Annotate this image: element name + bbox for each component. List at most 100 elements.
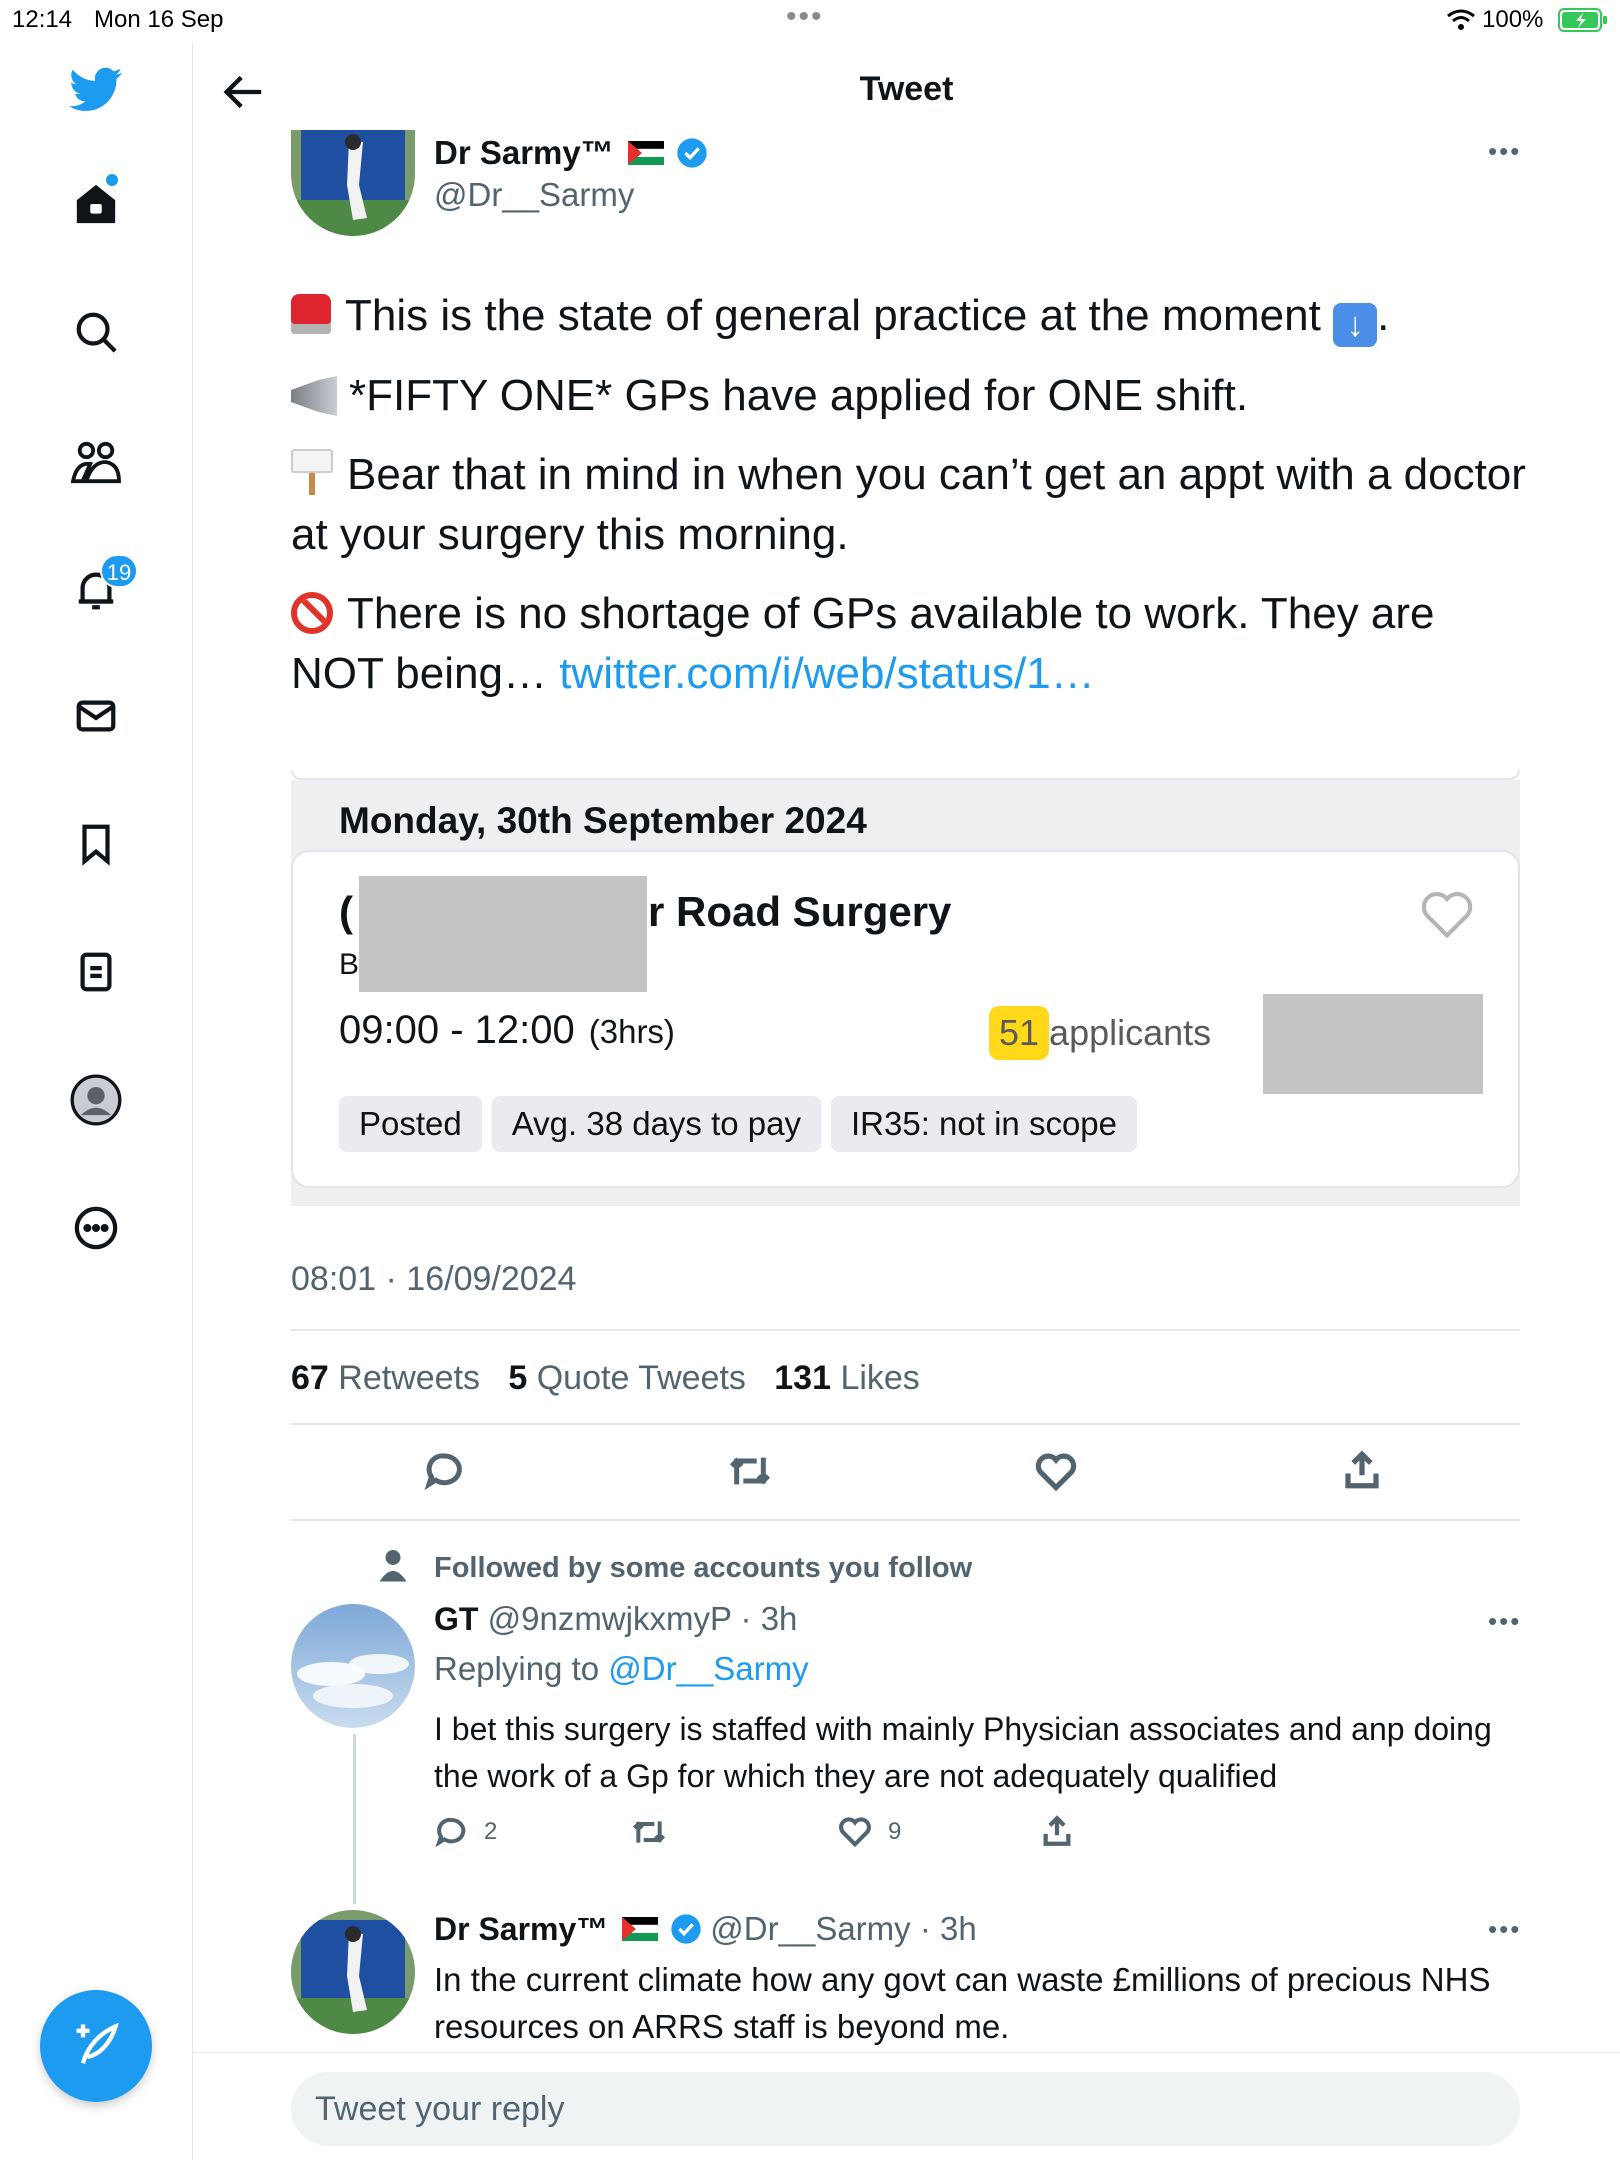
tweet-paragraph-2: *FIFTY ONE* GPs have applied for ONE shi… xyxy=(349,371,1249,420)
reply2-avatar[interactable] xyxy=(291,1910,415,2034)
tweet-paragraph-3: Bear that in mind in when you can’t get … xyxy=(291,450,1526,559)
more-options-circle-icon[interactable] xyxy=(56,1188,136,1268)
applicants-number: 51 xyxy=(989,1006,1050,1060)
reply1-share-icon[interactable] xyxy=(1040,1814,1074,1848)
retweet-icon[interactable] xyxy=(727,1451,773,1491)
reply2-more-icon[interactable]: ••• xyxy=(1488,1914,1521,1945)
author-handle[interactable]: @Dr__Sarmy xyxy=(434,176,634,214)
retweets-label: Retweets xyxy=(338,1359,481,1397)
bookmarks-icon[interactable] xyxy=(56,804,136,884)
reply2-handle-time: @Dr__Sarmy · 3h xyxy=(710,1910,977,1947)
home-dot-indicator xyxy=(106,174,118,186)
reply1-text: I bet this surgery is staffed with mainl… xyxy=(434,1711,1492,1794)
card-title-prefix: ( xyxy=(339,888,353,935)
status-time: 12:14 xyxy=(12,6,73,33)
reply2-name: Dr Sarmy™ xyxy=(434,1910,609,1947)
compose-feather-icon xyxy=(76,2022,119,2064)
quote-tweets-count: 5 xyxy=(508,1359,528,1397)
verified-badge-icon xyxy=(677,138,707,168)
replying-to-prefix: Replying to xyxy=(434,1650,609,1687)
quote-tweets-stat[interactable]: 5 Quote Tweets xyxy=(508,1359,746,1397)
wifi-icon xyxy=(1447,9,1475,30)
like-heart-icon[interactable] xyxy=(1035,1453,1077,1491)
author-name-row[interactable]: Dr Sarmy™ xyxy=(434,134,708,172)
page-title: Tweet xyxy=(859,70,954,108)
replying-to-handle[interactable]: @Dr__Sarmy xyxy=(608,1650,808,1687)
battery-percent: 100% xyxy=(1482,6,1544,33)
compose-tweet-button[interactable] xyxy=(40,1990,152,2102)
card-subtitle: B xyxy=(339,948,360,981)
tweet-action-bar xyxy=(291,1425,1520,1519)
down-arrow-emoji-icon: ↓ xyxy=(1333,303,1378,347)
tweet-paragraph-1: This is the state of general practice at… xyxy=(345,291,1321,340)
lists-icon[interactable] xyxy=(56,932,136,1012)
thread-line xyxy=(353,1734,356,1904)
reply1-reply-icon[interactable] xyxy=(434,1816,468,1848)
home-icon[interactable] xyxy=(56,164,136,244)
notification-count-badge: 19 xyxy=(100,554,138,588)
search-icon[interactable] xyxy=(56,292,136,372)
tweet-header: Tweet xyxy=(193,42,1620,142)
shift-time-row: 09:00 - 12:00 (3hrs) xyxy=(339,1008,675,1053)
twitter-logo-icon[interactable] xyxy=(56,50,136,130)
shift-card: ( r Road Surgery B 09:00 - 12:00 (3hrs) … xyxy=(291,850,1520,1188)
status-date: Mon 16 Sep xyxy=(94,6,224,33)
tweet-link[interactable]: twitter.com/i/web/status/1… xyxy=(559,649,1095,698)
share-icon[interactable] xyxy=(1341,1449,1383,1491)
reply1-reply-count: 2 xyxy=(484,1818,498,1845)
shift-time: 09:00 - 12:00 xyxy=(339,1008,575,1052)
shift-tags: Posted Avg. 38 days to pay IR35: not in sc… xyxy=(339,1096,1147,1152)
tweet-timestamp[interactable]: 08:01 · 16/09/2024 xyxy=(291,1260,576,1299)
followed-person-icon xyxy=(379,1550,407,1582)
reply1-name: GT xyxy=(434,1601,479,1637)
reply1-retweet-icon[interactable] xyxy=(630,1816,668,1848)
likes-stat[interactable]: 131 Likes xyxy=(774,1359,920,1397)
likes-label: Likes xyxy=(840,1359,920,1397)
tag-avg-days-to-pay: Avg. 38 days to pay xyxy=(491,1096,821,1152)
reply1-more-icon[interactable]: ••• xyxy=(1488,1606,1521,1637)
siren-emoji-icon xyxy=(291,294,331,334)
messages-mail-icon[interactable] xyxy=(56,676,136,756)
applicants-count: 51 applicants xyxy=(989,1000,1212,1066)
reply1-avatar[interactable] xyxy=(291,1604,415,1728)
image-top-edge xyxy=(291,770,1520,780)
reply1-like-icon[interactable] xyxy=(838,1817,872,1847)
author-avatar[interactable] xyxy=(291,130,415,236)
tweet-body: This is the state of general practice at… xyxy=(291,286,1531,723)
multitask-dots-icon[interactable]: ••• xyxy=(786,0,824,34)
replying-to-line: Replying to @Dr__Sarmy xyxy=(434,1650,809,1688)
sidebar: 19 xyxy=(0,42,193,2160)
battery-icon xyxy=(1558,8,1607,32)
likes-count: 131 xyxy=(774,1359,831,1397)
profile-avatar-icon[interactable] xyxy=(56,1060,136,1140)
tweet-paragraph-1-end: . xyxy=(1377,291,1390,340)
redaction-box xyxy=(359,876,647,992)
reply1-header[interactable]: GT @9nzmwjkxmyP · 3h xyxy=(434,1600,797,1638)
social-context: Followed by some accounts you follow xyxy=(434,1552,973,1584)
megaphone-emoji-icon xyxy=(291,376,337,416)
palestine-flag-icon xyxy=(627,141,664,165)
reply2-verified-badge-icon xyxy=(671,1914,701,1944)
retweets-count: 67 xyxy=(291,1359,329,1397)
tag-ir35: IR35: not in scope xyxy=(831,1096,1137,1152)
notifications-bell-icon[interactable]: 19 xyxy=(56,550,138,630)
redaction-box-2 xyxy=(1263,994,1483,1094)
card-title-suffix: r Road Surgery xyxy=(648,888,952,935)
tweet-stats: 67 Retweets 5 Quote Tweets 131 Likes xyxy=(291,1359,920,1398)
communities-icon[interactable] xyxy=(56,422,136,502)
reply1-handle-time: @9nzmwjkxmyP · 3h xyxy=(487,1600,798,1637)
placard-emoji-icon xyxy=(291,449,333,495)
divider xyxy=(291,1519,1520,1521)
tag-posted: Posted xyxy=(339,1096,482,1152)
card-heart-icon[interactable] xyxy=(1419,890,1475,940)
reply-input[interactable]: Tweet your reply xyxy=(291,2072,1520,2146)
reply1-like-count: 9 xyxy=(888,1818,902,1845)
reply2-text: In the current climate how any govt can … xyxy=(434,1961,1491,2045)
applicants-label: applicants xyxy=(1049,1012,1212,1053)
reply2-header[interactable]: Dr Sarmy™ @Dr__Sarmy · 3h xyxy=(434,1910,977,1948)
retweets-stat[interactable]: 67 Retweets xyxy=(291,1359,480,1397)
tweet-more-icon[interactable]: ••• xyxy=(1488,136,1521,167)
status-bar: 12:14 Mon 16 Sep ••• 100% xyxy=(0,0,1620,42)
prohibited-emoji-icon xyxy=(291,592,333,634)
reply-icon[interactable] xyxy=(423,1451,465,1491)
